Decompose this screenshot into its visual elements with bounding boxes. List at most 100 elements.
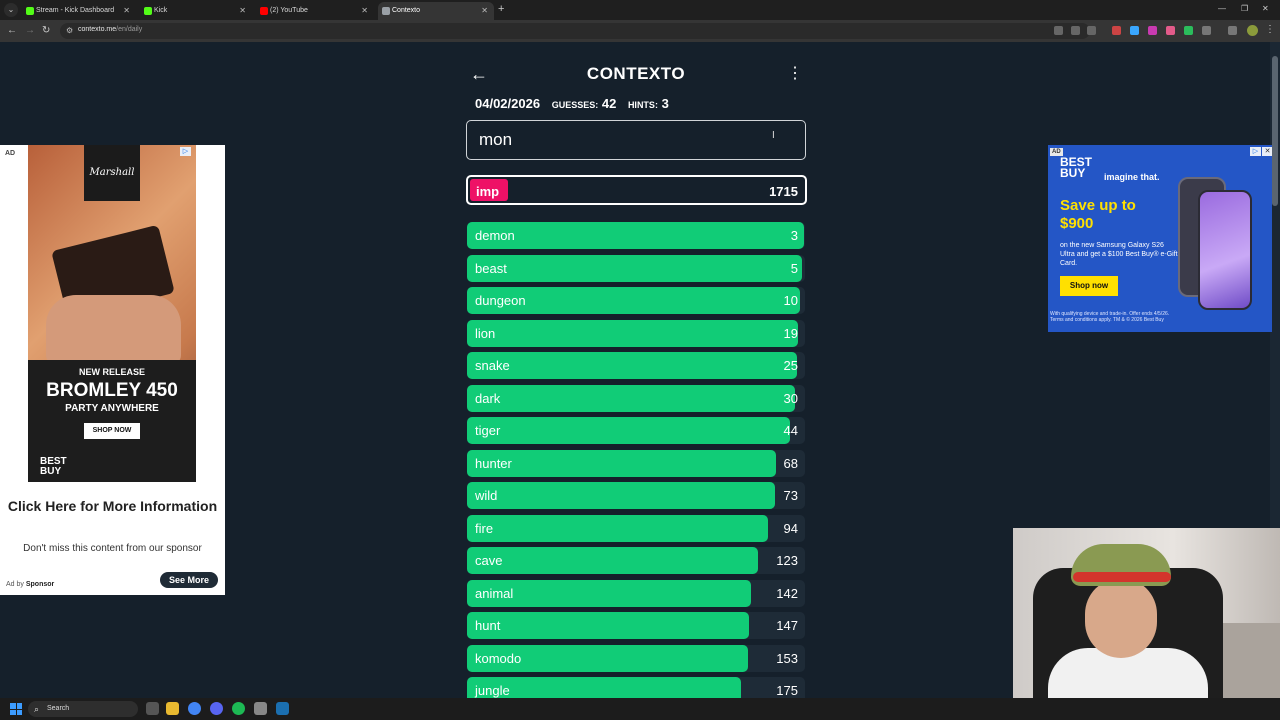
guess-word: animal (475, 586, 514, 601)
ad-description: on the new Samsung Galaxy S26 Ultra and … (1060, 242, 1178, 267)
taskbar-search-label: Search (47, 705, 70, 712)
shop-now-button[interactable]: Shop now (1060, 276, 1118, 296)
new-release-text: NEW RELEASE (78, 367, 145, 377)
settings-icon[interactable] (254, 702, 267, 715)
extensions-puzzle-icon[interactable] (1202, 26, 1211, 35)
extension-icon[interactable] (1166, 26, 1175, 35)
file-explorer-icon[interactable] (166, 702, 179, 715)
guess-input[interactable] (466, 120, 806, 160)
discord-icon[interactable] (210, 702, 223, 715)
guess-word: demon (475, 228, 515, 243)
guess-row: dark 30 (467, 385, 805, 412)
ad-headline[interactable]: Click Here for More Information (0, 497, 225, 515)
tab-favicon-icon (260, 7, 268, 15)
left-ad[interactable]: AD Marshall NEW RELEASE BROMLEY 450 PART… (0, 145, 225, 595)
restore-icon[interactable]: ❐ (1241, 4, 1248, 13)
guess-word: lion (475, 326, 496, 341)
tab-close-icon[interactable]: ✕ (481, 2, 488, 20)
guess-word: hunter (475, 456, 512, 471)
hands-image (46, 295, 181, 365)
back-nav-icon[interactable]: ← (7, 24, 17, 38)
guess-closeness-bar (467, 255, 802, 282)
product-tagline: PARTY ANYWHERE (65, 403, 159, 414)
guess-word: snake (475, 358, 510, 373)
guess-row: demon 3 (467, 222, 805, 249)
ad-image[interactable]: Marshall NEW RELEASE BROMLEY 450 PARTY A… (28, 145, 196, 482)
back-arrow-icon[interactable]: ← (470, 64, 488, 84)
guess-word: tiger (475, 423, 501, 438)
browser-tab[interactable]: Kick ✕ (140, 2, 252, 20)
tab-close-icon[interactable]: ✕ (239, 2, 246, 20)
ad-choices-icon[interactable]: ▷ (1250, 147, 1261, 156)
ad-subtext: Don't miss this content from our sponsor (23, 543, 202, 554)
forward-nav-icon[interactable]: → (25, 24, 35, 38)
tab-title: Stream - Kick Dashboard (36, 7, 115, 14)
game-menu-icon[interactable]: ⋮ (787, 64, 803, 84)
guess-distance: 30 (783, 391, 798, 406)
guess-closeness-bar (467, 222, 804, 249)
search-icon: ⌕ (34, 704, 40, 714)
last-guess-word: imp (476, 184, 500, 199)
shop-now-button[interactable]: SHOP NOW (84, 423, 140, 439)
address-bar[interactable]: ⚙ contexto.me/en/daily (60, 23, 1090, 39)
close-window-icon[interactable]: ✕ (1262, 4, 1269, 13)
phone-image (1198, 190, 1252, 310)
windows-start-icon[interactable] (10, 703, 22, 715)
last-guess-distance: 1715 (769, 184, 798, 199)
extension-icon[interactable] (1130, 26, 1139, 35)
browser-tab[interactable]: Contexto ✕ (378, 2, 494, 20)
bookmark-star-icon[interactable] (1087, 26, 1096, 35)
tab-title: (2) YouTube (270, 7, 308, 14)
guess-distance: 5 (790, 261, 798, 276)
ad-tagline: imagine that. (1104, 172, 1160, 182)
tab-search-icon[interactable]: ⌄ (4, 3, 18, 17)
zoom-icon[interactable] (1071, 26, 1080, 35)
webcam-face (1085, 578, 1157, 658)
tab-title: Kick (154, 7, 168, 14)
ad-close-icon[interactable]: ✕ (1262, 147, 1272, 156)
right-ad[interactable]: AD BEST BUY imagine that. Save up to $90… (1048, 145, 1272, 332)
guess-word: dungeon (475, 293, 526, 308)
guess-closeness-bar (467, 515, 768, 542)
last-guess-row: imp 1715 (466, 175, 807, 205)
new-tab-button[interactable]: + (498, 3, 504, 15)
extension-icon[interactable] (1184, 26, 1193, 35)
chrome-icon[interactable] (188, 702, 201, 715)
see-more-button[interactable]: See More (160, 572, 218, 588)
bestbuy-logo: BEST BUY (1060, 155, 1093, 180)
site-info-icon[interactable]: ⚙ (66, 25, 73, 37)
browser-tab[interactable]: (2) YouTube ✕ (256, 2, 374, 20)
guess-row: tiger 44 (467, 417, 805, 444)
game-stats: 04/02/2026 GUESSES: 42 HINTS: 3 (475, 96, 669, 111)
extension-icon[interactable] (1112, 26, 1121, 35)
profile-avatar[interactable] (1247, 25, 1258, 36)
text-cursor-icon: I (772, 130, 775, 141)
browser-menu-icon[interactable]: ⋮ (1265, 24, 1275, 35)
tab-title: Contexto (392, 7, 421, 14)
guess-word: komodo (475, 651, 522, 666)
guess-distance: 10 (783, 293, 798, 308)
webcam-overlay (1013, 528, 1280, 698)
guess-word: dark (475, 391, 501, 406)
minimize-icon[interactable]: — (1218, 4, 1226, 13)
guess-word: hunt (475, 618, 501, 633)
scrollbar-thumb[interactable] (1272, 56, 1278, 206)
hints-count: 3 (661, 96, 669, 111)
reload-icon[interactable]: ↻ (42, 24, 50, 38)
task-view-icon[interactable] (146, 702, 159, 715)
guess-closeness-bar (467, 612, 749, 639)
extension-icon[interactable] (1148, 26, 1157, 35)
guess-row: lion 19 (467, 320, 805, 347)
spotify-icon[interactable] (232, 702, 245, 715)
tab-close-icon[interactable]: ✕ (361, 2, 368, 20)
steam-icon[interactable] (276, 702, 289, 715)
taskbar-search[interactable]: ⌕ Search (28, 701, 138, 717)
tab-close-icon[interactable]: ✕ (123, 2, 130, 20)
guess-row: animal 142 (467, 580, 805, 607)
url-text[interactable]: contexto.me/en/daily (78, 26, 142, 33)
sidebar-icon[interactable] (1228, 26, 1237, 35)
guess-distance: 175 (776, 683, 798, 698)
browser-tab[interactable]: Stream - Kick Dashboard ✕ (22, 2, 136, 20)
cast-icon[interactable] (1054, 26, 1063, 35)
ad-choices-icon[interactable]: ▷ (180, 147, 191, 156)
